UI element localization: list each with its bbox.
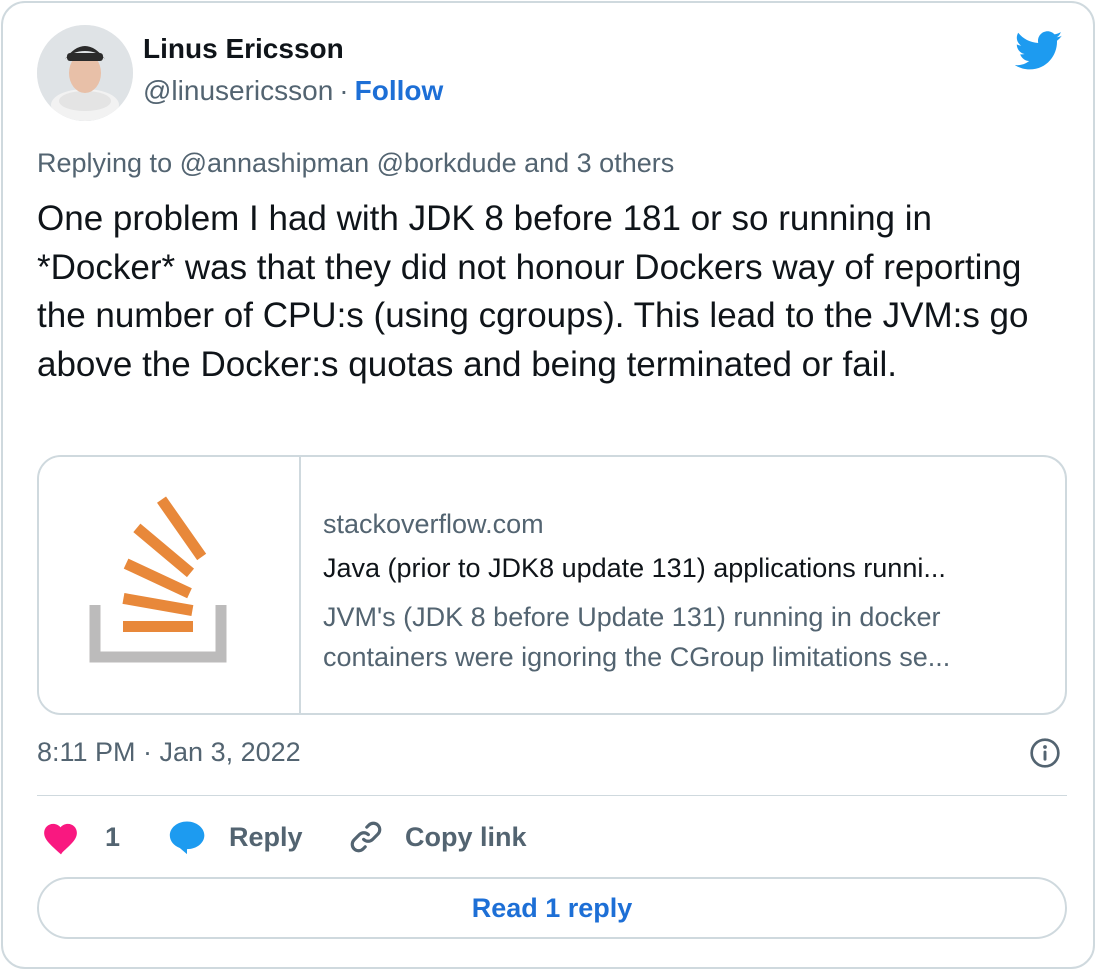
timestamp[interactable]: 8:11 PM · Jan 3, 2022 bbox=[37, 737, 301, 768]
twitter-bird-icon[interactable] bbox=[1015, 31, 1063, 71]
tweet-text: One problem I had with JDK 8 before 181 … bbox=[37, 199, 1029, 384]
stackoverflow-logo-icon bbox=[89, 496, 227, 663]
avatar[interactable] bbox=[37, 25, 133, 121]
copy-link-label: Copy link bbox=[405, 821, 527, 852]
replying-to[interactable]: Replying to @annashipman @borkdude and 3… bbox=[37, 148, 674, 179]
card-description-line: JVM's (JDK 8 before Update 131) running … bbox=[323, 602, 941, 632]
tweet-embed: Linus Ericsson @linusericsson · Follow Rep… bbox=[1, 1, 1095, 969]
heart-icon bbox=[44, 823, 77, 855]
card-title: Java (prior to JDK8 update 131) applicat… bbox=[323, 553, 946, 583]
author-handle[interactable]: @linusericsson bbox=[143, 75, 333, 106]
card-description: JVM's (JDK 8 before Update 131) running … bbox=[323, 597, 1043, 677]
reply-button[interactable]: Reply bbox=[167, 813, 303, 861]
author-handle-row: @linusericsson · Follow bbox=[143, 75, 443, 107]
link-icon bbox=[350, 821, 382, 853]
card-description-line: containers were ignoring the CGroup limi… bbox=[323, 642, 951, 672]
avatar-image bbox=[37, 25, 133, 121]
copy-link-button[interactable]: Copy link bbox=[347, 813, 527, 861]
card-domain: stackoverflow.com bbox=[323, 509, 544, 539]
info-icon[interactable] bbox=[1029, 737, 1061, 769]
card-thumbnail bbox=[39, 457, 301, 713]
link-preview-card[interactable]: stackoverflow.com Java (prior to JDK8 up… bbox=[37, 455, 1067, 715]
like-count: 1 bbox=[105, 821, 121, 852]
divider bbox=[37, 795, 1067, 796]
read-replies-button[interactable]: Read 1 reply bbox=[37, 877, 1067, 939]
action-bar: 1 Reply Copy link bbox=[37, 813, 1067, 861]
like-button[interactable]: 1 bbox=[41, 813, 120, 861]
follow-button[interactable]: Follow bbox=[355, 75, 444, 106]
author-name[interactable]: Linus Ericsson bbox=[143, 33, 344, 65]
speech-bubble-icon bbox=[169, 821, 205, 855]
separator-dot: · bbox=[339, 75, 349, 106]
reply-label: Reply bbox=[229, 821, 303, 852]
